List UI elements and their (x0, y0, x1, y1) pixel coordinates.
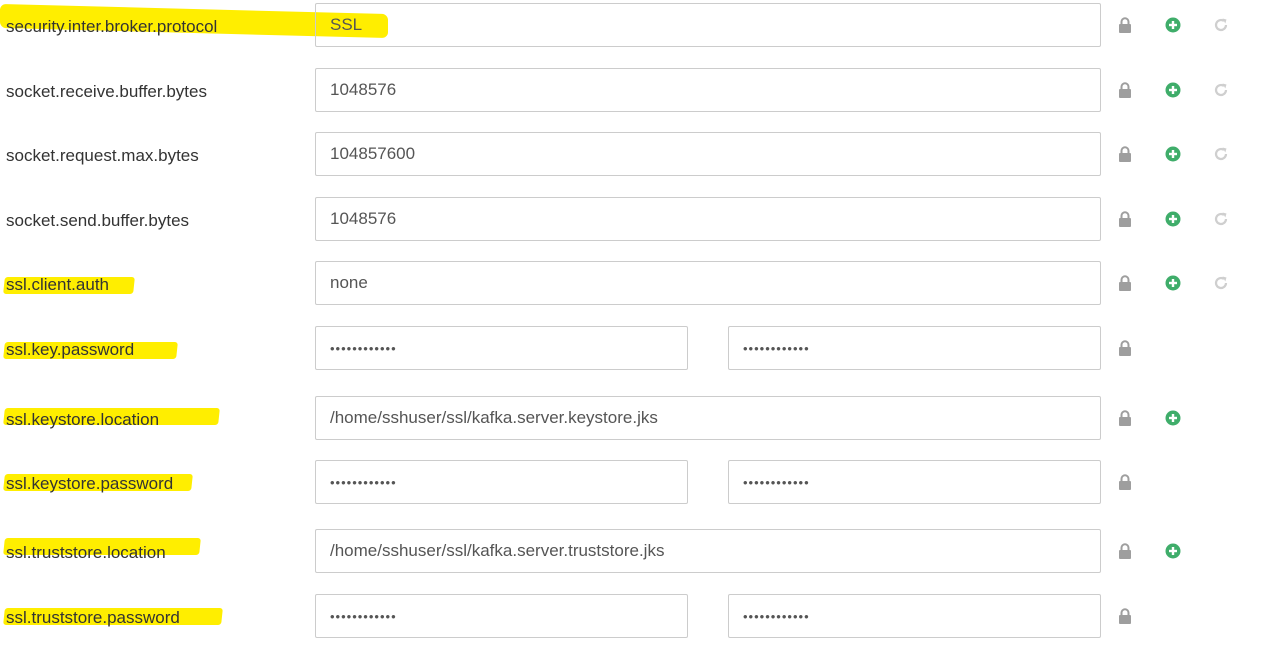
config-value-input[interactable] (315, 529, 1101, 573)
add-icon[interactable] (1165, 410, 1181, 426)
config-value-input[interactable] (315, 3, 1101, 47)
lock-icon[interactable] (1117, 608, 1133, 624)
lock-icon[interactable] (1117, 146, 1133, 162)
lock-icon[interactable] (1117, 275, 1133, 291)
add-icon[interactable] (1165, 275, 1181, 291)
config-key-label: ssl.keystore.password (6, 474, 174, 493)
lock-icon[interactable] (1117, 543, 1133, 559)
config-row-ssl-keystore-password: ssl.keystore.password (0, 460, 1280, 506)
config-key-label: ssl.key.password (6, 340, 135, 359)
lock-icon[interactable] (1117, 340, 1133, 356)
config-key-label: ssl.keystore.location (6, 410, 160, 429)
config-key-label: ssl.client.auth (6, 275, 109, 294)
lock-icon[interactable] (1117, 17, 1133, 33)
config-value-input[interactable] (315, 197, 1101, 241)
undo-icon[interactable] (1213, 211, 1229, 227)
config-value-input[interactable] (315, 396, 1101, 440)
undo-icon[interactable] (1213, 17, 1229, 33)
add-icon[interactable] (1165, 82, 1181, 98)
config-row-socket-receive-buffer-bytes: socket.receive.buffer.bytes (0, 68, 1280, 114)
lock-icon[interactable] (1117, 211, 1133, 227)
config-value-input[interactable] (315, 261, 1101, 305)
config-key-label: security.inter.broker.protocol (6, 17, 218, 36)
lock-icon[interactable] (1117, 474, 1133, 490)
add-icon[interactable] (1165, 17, 1181, 33)
lock-icon[interactable] (1117, 410, 1133, 426)
config-row-ssl-key-password: ssl.key.password (0, 326, 1280, 372)
config-row-ssl-truststore-password: ssl.truststore.password (0, 594, 1280, 640)
config-key-label: socket.receive.buffer.bytes (6, 82, 207, 101)
undo-icon[interactable] (1213, 275, 1229, 291)
config-key-label: socket.send.buffer.bytes (6, 211, 190, 230)
lock-icon[interactable] (1117, 82, 1133, 98)
password-confirm-input[interactable] (728, 594, 1101, 638)
password-input[interactable] (315, 594, 688, 638)
config-row-socket-request-max-bytes: socket.request.max.bytes (0, 132, 1280, 178)
config-key-label: ssl.truststore.location (6, 543, 166, 562)
add-icon[interactable] (1165, 211, 1181, 227)
add-icon[interactable] (1165, 543, 1181, 559)
config-value-input[interactable] (315, 68, 1101, 112)
config-key-label: socket.request.max.bytes (6, 146, 199, 165)
password-confirm-input[interactable] (728, 460, 1101, 504)
config-value-input[interactable] (315, 132, 1101, 176)
password-confirm-input[interactable] (728, 326, 1101, 370)
config-row-ssl-truststore-location: ssl.truststore.location (0, 529, 1280, 575)
config-key-label: ssl.truststore.password (6, 608, 180, 627)
password-input[interactable] (315, 460, 688, 504)
password-input[interactable] (315, 326, 688, 370)
config-row-security-inter-broker-protocol: security.inter.broker.protocol (0, 3, 1280, 49)
config-row-socket-send-buffer-bytes: socket.send.buffer.bytes (0, 197, 1280, 243)
add-icon[interactable] (1165, 146, 1181, 162)
config-row-ssl-keystore-location: ssl.keystore.location (0, 396, 1280, 442)
undo-icon[interactable] (1213, 82, 1229, 98)
config-row-ssl-client-auth: ssl.client.auth (0, 261, 1280, 307)
undo-icon[interactable] (1213, 146, 1229, 162)
